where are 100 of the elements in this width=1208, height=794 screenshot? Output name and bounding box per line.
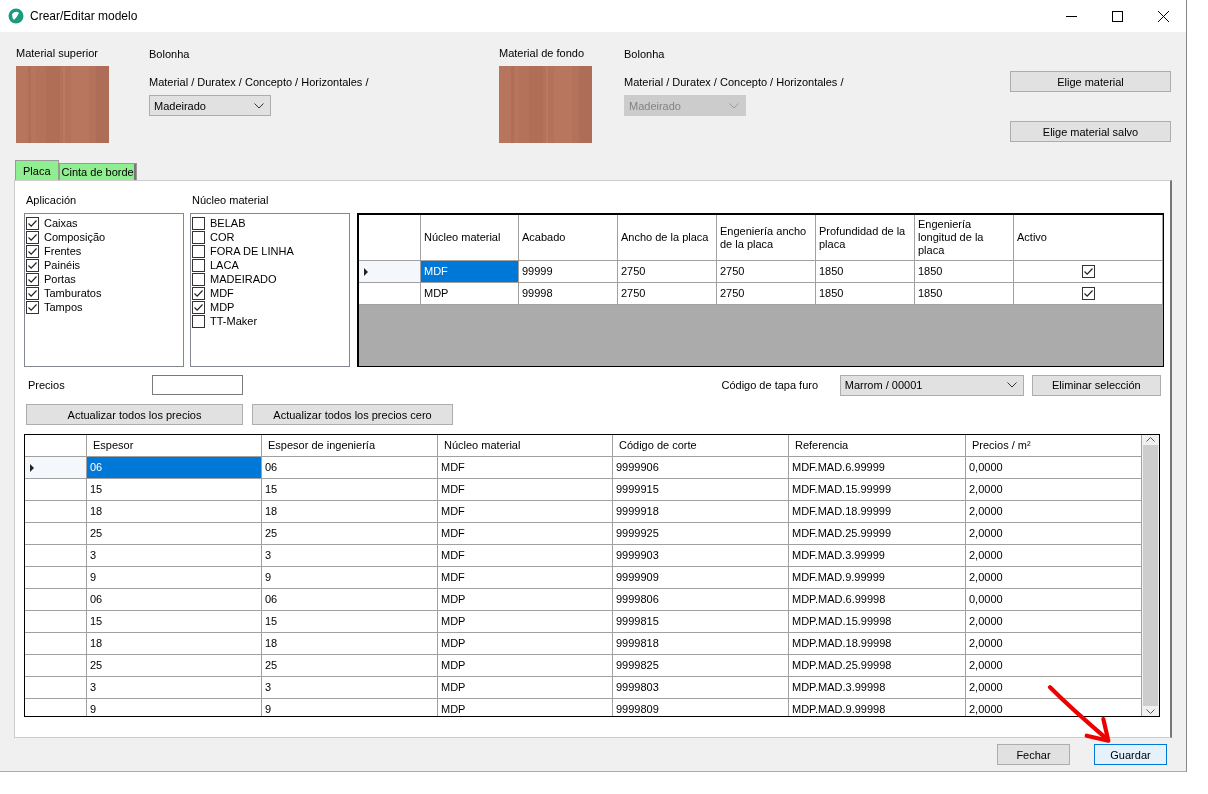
table-cell: 2,0000	[966, 567, 1142, 589]
table-cell: 99999	[519, 261, 618, 283]
row-header[interactable]	[25, 545, 87, 567]
window-title: Crear/Editar modelo	[30, 9, 139, 23]
table-cell: 25	[262, 523, 438, 545]
tab[interactable]: Placa	[15, 160, 59, 180]
checkbox[interactable]	[26, 230, 39, 244]
table-cell: 9999918	[613, 501, 789, 523]
checkbox-label: Frentes	[44, 244, 82, 258]
cap-code-dropdown[interactable]: Marrom / 00001	[839, 374, 1024, 396]
table-cell: 0,0000	[966, 457, 1142, 479]
checkbox[interactable]	[192, 272, 205, 286]
checkbox[interactable]	[1081, 265, 1095, 278]
row-header[interactable]	[25, 611, 87, 633]
checkbox-label: Composição	[44, 230, 106, 244]
table-cell: 9999815	[613, 611, 789, 633]
scrollbar[interactable]	[1142, 435, 1159, 716]
checkbox[interactable]	[26, 286, 39, 300]
maximize-icon	[1111, 10, 1123, 22]
checkbox[interactable]	[26, 216, 39, 230]
checkbox[interactable]	[1081, 287, 1095, 300]
checkbox[interactable]	[26, 272, 39, 286]
checkbox-label: Painéis	[44, 258, 81, 272]
row-header[interactable]	[359, 283, 421, 305]
table-cell: 3	[87, 677, 262, 699]
table-cell: 2,0000	[966, 523, 1142, 545]
table-cell: 15	[87, 611, 262, 633]
table-cell: 25	[262, 655, 438, 677]
choose-material-button[interactable]: Elige material salvo	[1010, 121, 1171, 142]
close-icon	[1157, 10, 1169, 22]
row-header[interactable]	[25, 479, 87, 501]
checkbox[interactable]	[26, 258, 39, 272]
checkbox-label: Tamburatos	[44, 286, 102, 300]
table-cell: 25	[87, 523, 262, 545]
app-icon	[8, 8, 24, 24]
table-cell: MDP.MAD.6.99998	[789, 589, 966, 611]
checkbox-label: MDF	[210, 286, 234, 300]
checkbox-label: MADEIRADO	[210, 272, 277, 286]
checkbox[interactable]	[26, 300, 39, 314]
table-cell: MDP	[438, 589, 613, 611]
checkbox[interactable]	[192, 286, 205, 300]
row-header[interactable]	[25, 501, 87, 523]
table-cell: MDF	[438, 501, 613, 523]
minimize-icon	[1065, 15, 1077, 17]
column-header: Espesor de ingeniería	[262, 435, 438, 457]
update-prices-button[interactable]: Actualizar todos los precios	[26, 404, 243, 425]
table-cell: 18	[87, 501, 262, 523]
table-cell: 9	[87, 567, 262, 589]
caret-icon	[729, 102, 739, 109]
table-cell: MDP	[438, 699, 613, 716]
footer-button[interactable]: Guardar	[1094, 744, 1167, 765]
checkbox[interactable]	[26, 244, 39, 258]
table-cell: 06	[262, 589, 438, 611]
checkbox[interactable]	[192, 216, 205, 230]
checkbox[interactable]	[192, 300, 205, 314]
checkbox[interactable]	[192, 258, 205, 272]
checkbox-label: MDP	[210, 300, 235, 314]
footer-button[interactable]: Fechar	[997, 744, 1070, 765]
table-cell: 2750	[618, 283, 717, 305]
table-cell: 9999903	[613, 545, 789, 567]
material-dropdown[interactable]: Madeirado	[149, 95, 271, 116]
checkbox-label: BELAB	[210, 216, 246, 230]
table-cell: MDF	[438, 457, 613, 479]
row-header[interactable]	[25, 655, 87, 677]
update-prices-button[interactable]: Actualizar todos los precios cero	[252, 404, 453, 425]
row-header[interactable]	[25, 589, 87, 611]
prices-field[interactable]	[152, 375, 244, 395]
column-header: Núcleo material	[438, 435, 613, 457]
table-cell: 2750	[717, 283, 816, 305]
row-header[interactable]	[25, 567, 87, 589]
row-header[interactable]	[25, 523, 87, 545]
table-cell: MDF	[438, 545, 613, 567]
table-cell: MDF.MAD.15.99999	[789, 479, 966, 501]
checkbox[interactable]	[192, 314, 205, 328]
column-header: Precios / m²	[966, 435, 1142, 457]
tab[interactable]: Cinta de borde	[58, 163, 137, 180]
row-header[interactable]	[25, 677, 87, 699]
material-name: Bolonha	[624, 47, 666, 61]
caret-icon	[1006, 382, 1017, 388]
table-cell: 06	[87, 457, 262, 479]
row-header[interactable]	[25, 633, 87, 655]
material-label: Material superior	[16, 46, 99, 60]
checkbox[interactable]	[192, 230, 205, 244]
table-cell: 99998	[519, 283, 618, 305]
cap-code-label: Código de tapa furo	[721, 378, 820, 392]
table-cell: 15	[262, 479, 438, 501]
remove-selection-button[interactable]: Eliminar selección	[1031, 374, 1161, 396]
material-label: Material de fondo	[499, 46, 585, 60]
table-cell: 9999803	[613, 677, 789, 699]
table-cell: MDP	[438, 633, 613, 655]
checkbox-label: TT-Maker	[210, 314, 258, 328]
list-label: Núcleo material	[191, 193, 270, 207]
choose-material-button[interactable]: Elige material	[1010, 71, 1171, 92]
table-cell: 18	[87, 633, 262, 655]
table-cell: MDF	[421, 261, 519, 283]
checkbox[interactable]	[192, 244, 205, 258]
checkbox-label: LACA	[210, 258, 239, 272]
table-cell: 9999825	[613, 655, 789, 677]
column-header: Engeniería ancho de la placa	[717, 215, 816, 261]
table-cell: MDF.MAD.25.99999	[789, 523, 966, 545]
